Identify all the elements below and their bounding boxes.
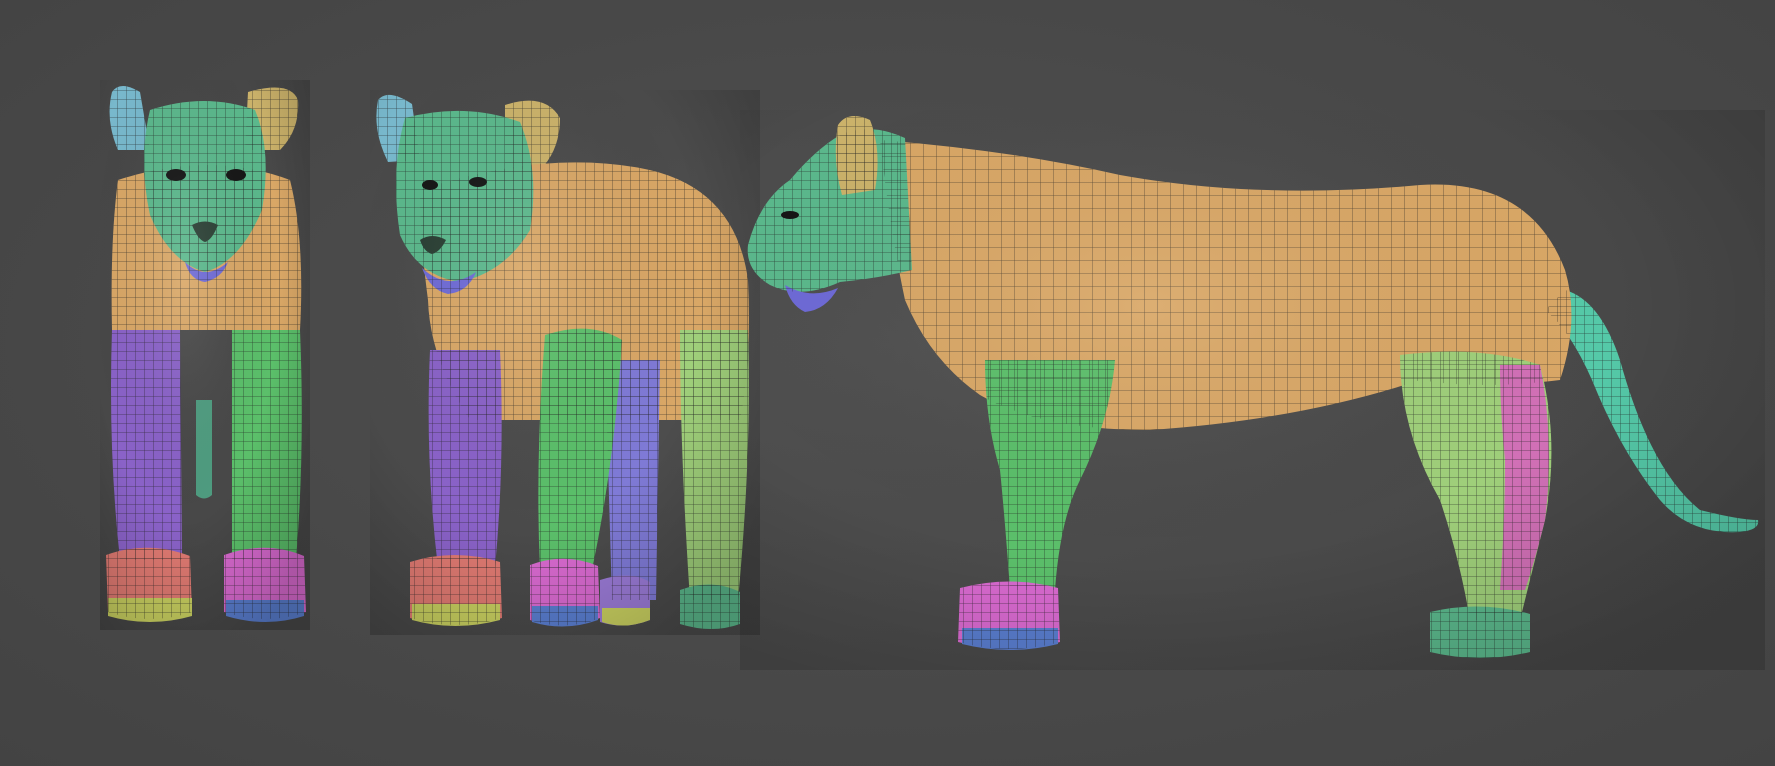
lioness-wireframe-scene [100, 80, 1765, 670]
three-quarter-view-model [370, 90, 760, 635]
side-view-model [740, 110, 1765, 670]
viewport [0, 0, 1775, 766]
front-view-model [100, 80, 310, 630]
